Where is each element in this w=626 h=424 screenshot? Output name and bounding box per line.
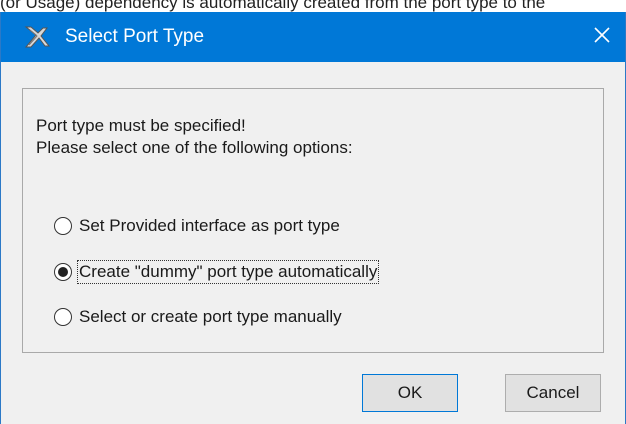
select-port-type-dialog: Select Port Type Port type must be speci… [0,12,626,424]
dialog-title: Select Port Type [65,26,205,47]
radio-button[interactable] [54,308,72,326]
ok-button[interactable]: OK [362,374,458,412]
option-create-dummy[interactable]: Create "dummy" port type automatically [54,259,380,285]
close-icon [593,26,611,49]
option-label: Set Provided interface as port type [79,216,340,235]
close-button[interactable] [579,12,625,62]
cancel-button[interactable]: Cancel [505,374,601,412]
app-icon [23,25,51,49]
radio-button-selected[interactable] [54,263,72,281]
option-label: Select or create port type manually [79,307,342,326]
options-group: Port type must be specified! Please sele… [22,88,604,353]
radio-button[interactable] [54,217,72,235]
title-bar[interactable]: Select Port Type [1,12,625,62]
option-select-manually[interactable]: Select or create port type manually [54,304,343,330]
option-set-provided-interface[interactable]: Set Provided interface as port type [54,213,341,239]
option-label: Create "dummy" port type automatically [76,260,380,284]
message-line-1: Port type must be specified! [36,116,246,135]
message-line-2: Please select one of the following optio… [36,138,353,157]
